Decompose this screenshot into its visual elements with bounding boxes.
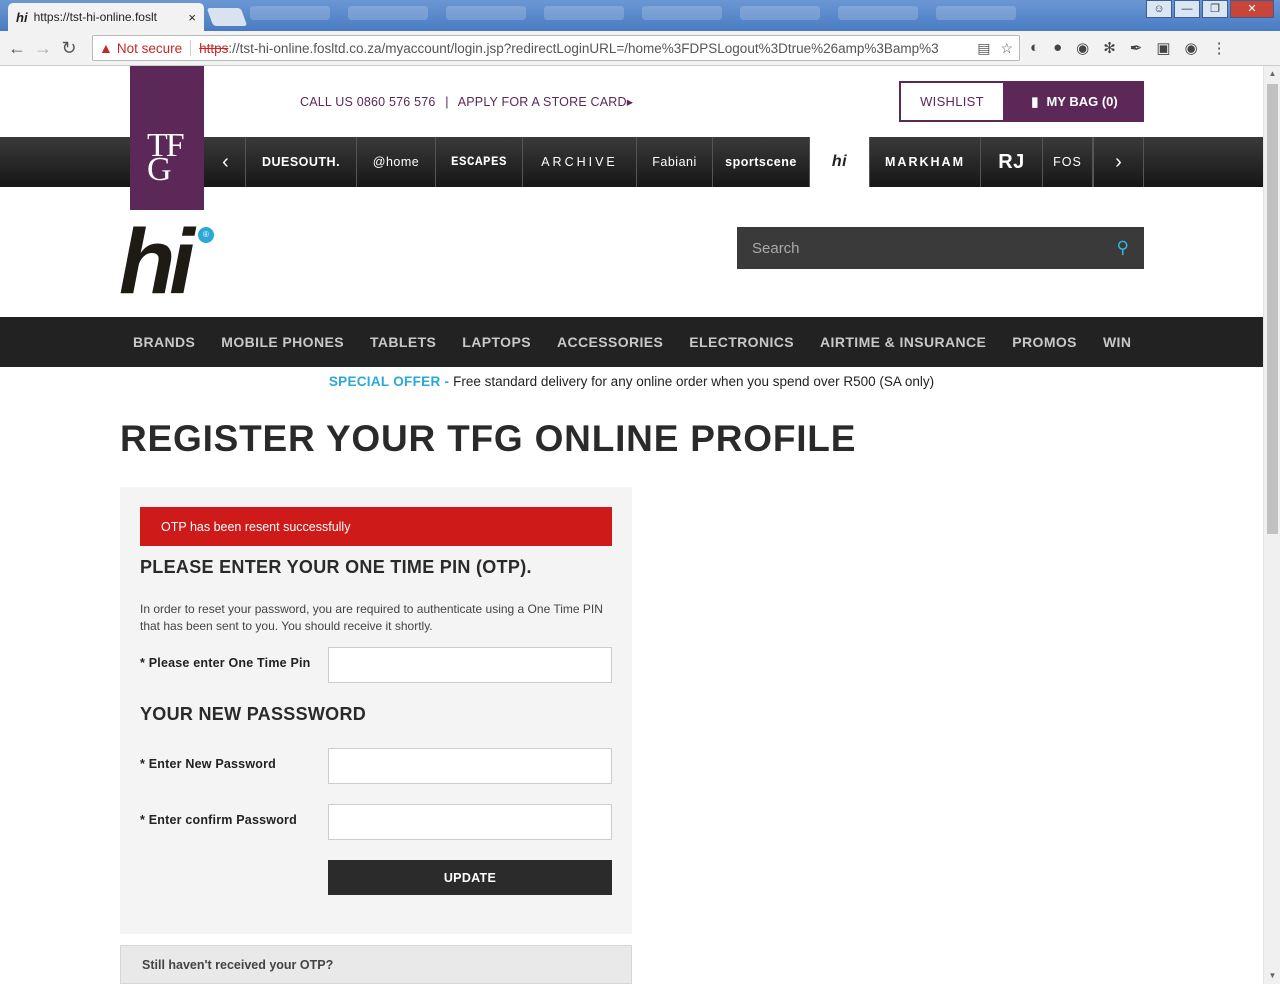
offer-text: Free standard delivery for any online or…: [449, 374, 935, 389]
search-input[interactable]: Search: [752, 240, 1117, 257]
background-tab[interactable]: [838, 6, 918, 20]
scroll-up-icon[interactable]: ▲: [1264, 66, 1280, 82]
scrollbar-thumb[interactable]: [1267, 84, 1278, 534]
site-favicon-icon: hi: [16, 9, 28, 25]
extensions-bar: ◐ ● ◉ ✻ ✒ ▣ ◉ ⋮: [1030, 39, 1227, 57]
nav-electronics[interactable]: ELECTRONICS: [676, 334, 807, 350]
divider: [190, 40, 192, 56]
brand-duesouth[interactable]: DUESOUTH.: [246, 137, 357, 187]
brand-markham[interactable]: MARKHAM: [870, 137, 981, 187]
warning-icon: ▲: [99, 40, 113, 56]
restore-button[interactable]: ❐: [1202, 0, 1228, 18]
brand-carousel-next-icon[interactable]: ›: [1093, 137, 1144, 187]
extension-figure-icon[interactable]: ✻: [1103, 39, 1116, 57]
my-bag-label: MY BAG (0): [1046, 94, 1118, 109]
otp-instructions: In order to reset your password, you are…: [140, 602, 603, 633]
background-tab[interactable]: [348, 6, 428, 20]
tfg-logo-text: TF G: [147, 127, 185, 188]
page-scrollbar[interactable]: ▲ ▼: [1263, 66, 1280, 984]
scroll-down-icon[interactable]: ▼: [1264, 968, 1280, 984]
divider: |: [445, 95, 449, 109]
new-password-heading: YOUR NEW PASSSWORD: [140, 704, 367, 724]
otp-input[interactable]: [328, 647, 612, 683]
url-text: ://tst-hi-online.fosltd.co.za/myaccount/…: [228, 40, 939, 56]
forward-arrow-icon[interactable]: →: [30, 35, 56, 61]
brand-fabiani[interactable]: Fabiani: [637, 137, 713, 187]
offer-highlight: SPECIAL OFFER -: [328, 374, 450, 389]
back-arrow-icon[interactable]: ←: [4, 35, 30, 61]
nav-tablets[interactable]: TABLETS: [357, 334, 449, 350]
close-window-button[interactable]: ✕: [1230, 0, 1274, 18]
background-tab[interactable]: [642, 6, 722, 20]
my-bag-button[interactable]: ▮ MY BAG (0): [1005, 81, 1144, 122]
window-capture-icon[interactable]: ▣: [1156, 39, 1170, 57]
store-card-link[interactable]: APPLY FOR A STORE CARD: [458, 95, 627, 109]
extension-c-icon[interactable]: ◐: [1030, 39, 1039, 57]
window-controls: ☺ — ❐ ✕: [1146, 0, 1274, 18]
page-title: REGISTER YOUR TFG ONLINE PROFILE: [120, 418, 857, 459]
nav-mobile-phones[interactable]: MOBILE PHONES: [208, 334, 357, 350]
otp-success-alert: OTP has been resent successfully: [140, 507, 612, 546]
security-status[interactable]: Not secure: [117, 41, 182, 56]
update-button[interactable]: UPDATE: [328, 860, 612, 895]
logo-badge: ®: [198, 227, 214, 243]
search-icon[interactable]: ⚲: [1117, 238, 1129, 258]
cookie-icon[interactable]: ◉: [1076, 39, 1089, 57]
nav-laptops[interactable]: LAPTOPS: [449, 334, 544, 350]
shopping-bag-icon: ▮: [1031, 93, 1039, 109]
tab-title: https://tst-hi-online.foslt: [33, 10, 157, 24]
resend-otp-toggle[interactable]: Still haven't received your OTP?: [120, 945, 632, 984]
browser-tab-strip: hi https://tst-hi-online.foslt × ☺ — ❐ ✕: [0, 0, 1280, 31]
new-password-label: * Enter New Password: [140, 757, 276, 771]
bookmark-star-icon[interactable]: ☆: [1000, 40, 1013, 57]
background-tab[interactable]: [740, 6, 820, 20]
camera-icon[interactable]: ◉: [1185, 39, 1198, 57]
brand-archive[interactable]: ARCHIVE: [523, 137, 637, 187]
wishlist-button[interactable]: WISHLIST: [899, 81, 1005, 122]
brand-carousel-prev-icon[interactable]: ‹: [206, 137, 246, 187]
otp-heading: PLEASE ENTER YOUR ONE TIME PIN (OTP).: [140, 557, 532, 577]
brand-escapes[interactable]: ESCAPES: [436, 137, 523, 187]
extension-mask-icon[interactable]: ●: [1053, 39, 1062, 57]
browser-menu-icon[interactable]: ⋮: [1212, 39, 1227, 57]
tab-close-icon[interactable]: ×: [188, 10, 196, 25]
call-us-link[interactable]: CALL US 0860 576 576: [300, 95, 436, 109]
special-offer-banner: SPECIAL OFFER - Free standard delivery f…: [0, 374, 1263, 389]
background-tab[interactable]: [250, 6, 330, 20]
background-tab[interactable]: [936, 6, 1016, 20]
nav-airtime-insurance[interactable]: AIRTIME & INSURANCE: [807, 334, 999, 350]
brand-sportscene[interactable]: sportscene: [713, 137, 810, 187]
brand-rj[interactable]: RJ: [981, 137, 1043, 187]
caret-right-icon: ▸: [626, 95, 634, 109]
browser-toolbar: ← → ↻ ▲ Not secure https ://tst-hi-onlin…: [0, 31, 1280, 66]
nav-accessories[interactable]: ACCESSORIES: [544, 334, 676, 350]
header-utility-links: CALL US 0860 576 576 | APPLY FOR A STORE…: [300, 94, 633, 109]
otp-label: * Please enter One Time Pin: [140, 656, 311, 670]
address-bar[interactable]: ▲ Not secure https ://tst-hi-online.fosl…: [92, 35, 1020, 61]
browser-tab-active[interactable]: hi https://tst-hi-online.foslt ×: [8, 3, 204, 31]
url-scheme: https: [199, 40, 229, 56]
new-password-input[interactable]: [328, 748, 612, 784]
background-tabs: [250, 6, 1130, 26]
site-logo[interactable]: hi: [119, 216, 195, 308]
nav-promos[interactable]: PROMOS: [999, 334, 1090, 350]
tfg-logo[interactable]: TF G: [130, 66, 204, 210]
new-tab-button[interactable]: [206, 8, 248, 26]
brand-hi[interactable]: hi: [810, 137, 870, 187]
eyedropper-icon[interactable]: ✒: [1130, 39, 1143, 57]
blocked-popup-icon[interactable]: ▤: [977, 40, 990, 57]
nav-brands[interactable]: BRANDS: [120, 334, 208, 350]
profile-icon[interactable]: ☺: [1146, 0, 1172, 18]
confirm-password-input[interactable]: [328, 804, 612, 840]
minimize-button[interactable]: —: [1174, 0, 1200, 18]
confirm-password-label: * Enter confirm Password: [140, 813, 297, 827]
search-bar[interactable]: Search ⚲: [737, 227, 1144, 269]
background-tab[interactable]: [544, 6, 624, 20]
reload-icon[interactable]: ↻: [56, 35, 82, 61]
brand-athome[interactable]: @home: [357, 137, 436, 187]
background-tab[interactable]: [446, 6, 526, 20]
brand-fos[interactable]: FOS: [1043, 137, 1093, 187]
nav-win[interactable]: WIN: [1090, 334, 1144, 350]
main-navigation: BRANDS MOBILE PHONES TABLETS LAPTOPS ACC…: [0, 317, 1263, 367]
